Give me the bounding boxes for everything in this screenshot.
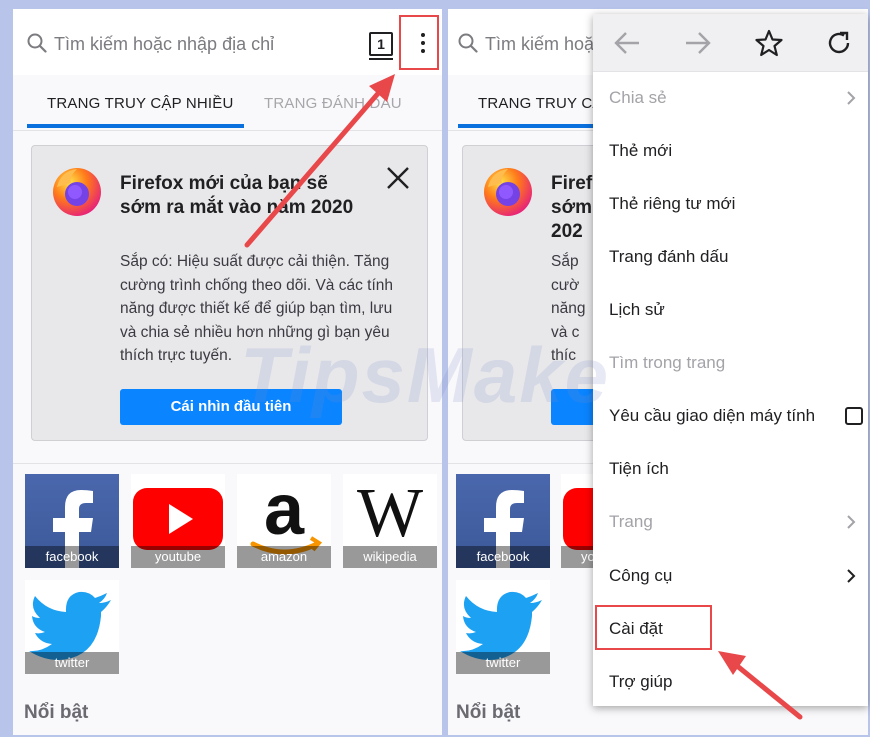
- top-site-amazon[interactable]: a amazon: [237, 474, 331, 568]
- chevron-right-icon: [847, 515, 856, 529]
- tab-top-sites[interactable]: TRANG TRUY CẬP NHIỀU: [47, 95, 234, 112]
- search-icon: [458, 33, 478, 53]
- tile-label: amazon: [237, 546, 331, 568]
- tile-label: facebook: [456, 546, 550, 568]
- menu-item-tools[interactable]: Công cụ: [609, 566, 672, 586]
- first-look-button[interactable]: Cái nhìn đầu tiên: [120, 389, 342, 425]
- menu-item-desktop-site[interactable]: Yêu cầu giao diện máy tính: [609, 406, 815, 426]
- menu-item-bookmarks[interactable]: Trang đánh dấu: [609, 247, 728, 267]
- menu-item-page[interactable]: Trang: [609, 512, 653, 532]
- promo-title: Firef sớm 202: [551, 173, 593, 242]
- search-input[interactable]: Tìm kiếm hoặ: [485, 34, 594, 55]
- tab-top-sites[interactable]: TRANG TRUY CẬ: [478, 95, 603, 112]
- chevron-right-icon: [847, 91, 856, 105]
- menu-item-find-in-page[interactable]: Tìm trong trang: [609, 353, 725, 373]
- section-title: Nổi bật: [456, 702, 521, 723]
- top-site-wikipedia[interactable]: W wikipedia: [343, 474, 437, 568]
- tab-counter-button[interactable]: 1: [369, 32, 393, 56]
- firefox-logo-icon: [484, 168, 532, 216]
- home-tabs: TRANG TRUY CẬP NHIỀU TRANG ĐÁNH DẤU: [13, 75, 442, 131]
- divider: [13, 463, 442, 464]
- promo-body: Sắp có: Hiệu suất được cải thiện. Tăng c…: [120, 253, 394, 364]
- section-title: Nổi bật: [24, 702, 89, 723]
- search-input[interactable]: Tìm kiếm hoặc nhập địa chỉ: [54, 34, 274, 55]
- svg-text:W: W: [357, 475, 423, 552]
- desktop-site-checkbox[interactable]: [845, 407, 863, 425]
- back-arrow-icon[interactable]: [613, 31, 641, 55]
- menu-item-share[interactable]: Chia sẻ: [609, 88, 667, 108]
- menu-toolbar: [593, 14, 868, 72]
- promo-card: Firefox mới của bạn sẽ sớm ra mắt vào nă…: [31, 145, 428, 441]
- menu-item-addons[interactable]: Tiện ích: [609, 459, 669, 479]
- tile-label: youtube: [131, 546, 225, 568]
- firefox-logo-icon: [53, 168, 101, 216]
- settings-highlight: [595, 605, 712, 650]
- star-icon[interactable]: [755, 29, 783, 57]
- tile-label: facebook: [25, 546, 119, 568]
- svg-text:a: a: [264, 474, 305, 550]
- tile-label: twitter: [25, 652, 119, 674]
- active-tab-indicator: [458, 124, 608, 128]
- tab-counter-underline: [369, 58, 393, 60]
- active-tab-indicator: [27, 124, 244, 128]
- reload-icon[interactable]: [826, 30, 852, 56]
- promo-title: Firefox mới của bạn sẽ sớm ra mắt vào nă…: [120, 173, 354, 218]
- top-site-youtube[interactable]: youtube: [131, 474, 225, 568]
- top-site-twitter[interactable]: twitter: [25, 580, 119, 674]
- tab-bookmarks[interactable]: TRANG ĐÁNH DẤU: [264, 95, 402, 112]
- menu-button-highlight: [399, 15, 439, 70]
- menu-item-history[interactable]: Lịch sử: [609, 300, 665, 320]
- promo-body: Sắp cườ năng và c thíc: [551, 253, 586, 364]
- forward-arrow-icon[interactable]: [684, 31, 712, 55]
- menu-item-private-tab[interactable]: Thẻ riêng tư mới: [609, 194, 735, 214]
- chevron-right-icon: [847, 569, 856, 583]
- menu-item-new-tab[interactable]: Thẻ mới: [609, 141, 672, 161]
- top-site-facebook[interactable]: facebook: [25, 474, 119, 568]
- top-site-twitter[interactable]: twitter: [456, 580, 550, 674]
- overflow-menu: Chia sẻ Thẻ mới Thẻ riêng tư mới Trang đ…: [593, 14, 868, 706]
- tile-label: wikipedia: [343, 546, 437, 568]
- close-icon[interactable]: [384, 164, 412, 192]
- menu-item-help[interactable]: Trợ giúp: [609, 672, 672, 692]
- search-icon: [27, 33, 47, 53]
- tile-label: twitter: [456, 652, 550, 674]
- url-bar[interactable]: Tìm kiếm hoặc nhập địa chỉ 1: [13, 9, 442, 76]
- top-site-facebook[interactable]: facebook: [456, 474, 550, 568]
- left-screen: Tìm kiếm hoặc nhập địa chỉ 1 TRANG TRUY …: [13, 9, 442, 735]
